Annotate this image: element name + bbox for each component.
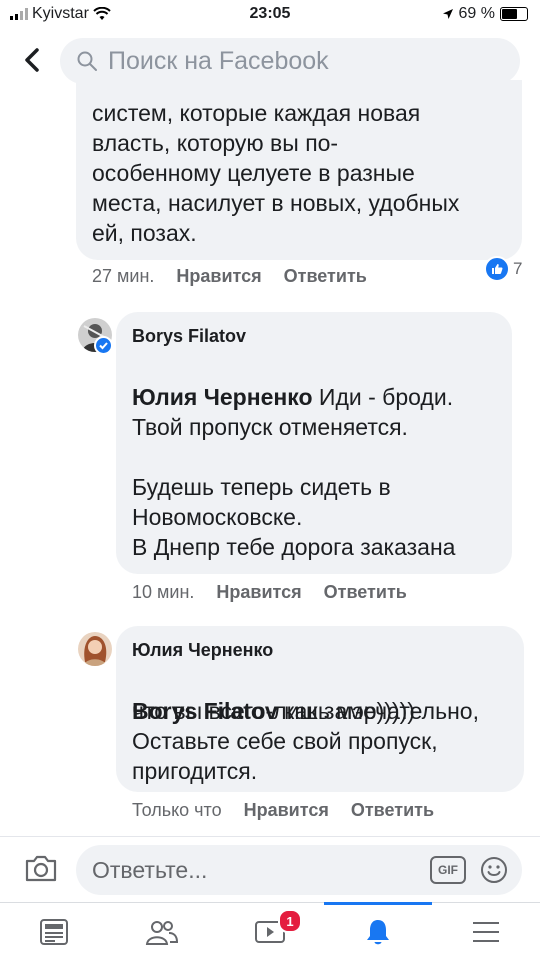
comment-meta: Только что Нравится Ответить xyxy=(132,800,434,821)
comment-text: систем, которые каждая новая власть, кот… xyxy=(92,100,460,246)
comment-time: Только что xyxy=(132,800,222,820)
like-link[interactable]: Нравится xyxy=(244,800,329,821)
bell-icon xyxy=(367,920,389,945)
comment-meta: 27 мин. Нравится Ответить xyxy=(92,266,367,287)
reply-link[interactable]: Ответить xyxy=(351,800,434,821)
comment-bubble[interactable]: систем, которые каждая новая власть, кот… xyxy=(76,80,522,260)
comment-time: 10 мин. xyxy=(132,582,195,602)
emoji-icon[interactable] xyxy=(480,856,508,884)
status-bar: Kyivstar 23:05 69 % xyxy=(0,0,540,28)
search-placeholder: Поиск на Facebook xyxy=(108,46,329,75)
mention-link[interactable]: Юлия Черненко xyxy=(132,384,313,410)
menu-icon xyxy=(473,922,499,942)
tab-menu[interactable] xyxy=(432,903,540,961)
reply-bar: Ответьте... GIF xyxy=(0,836,540,903)
notification-badge: 1 xyxy=(278,909,302,933)
reply-placeholder: Ответьте... xyxy=(92,856,208,883)
reaction-count[interactable]: 7 xyxy=(484,256,522,282)
battery-percent: 69 % xyxy=(458,5,495,22)
back-button[interactable] xyxy=(18,42,48,78)
comment-text: Твой пропуск отменяется. Будешь теперь с… xyxy=(132,414,456,560)
verified-badge-icon xyxy=(94,336,113,355)
tab-news-feed[interactable] xyxy=(0,903,108,961)
battery-icon xyxy=(500,7,528,21)
news-feed-icon xyxy=(40,919,68,945)
comment-meta: 10 мин. Нравится Ответить xyxy=(132,582,407,603)
tab-notifications[interactable] xyxy=(324,902,432,961)
search-input[interactable]: Поиск на Facebook xyxy=(60,38,520,84)
reply-link[interactable]: Ответить xyxy=(284,266,367,287)
comment-bubble[interactable]: Юлия Черненко Borys Filatov как замечате… xyxy=(116,626,524,792)
comment-text-inline: Иди - броди. xyxy=(312,384,454,410)
comment-bubble[interactable]: Borys Filatov Юлия Черненко Иди - броди.… xyxy=(116,312,512,574)
comment-author[interactable]: Borys Filatov xyxy=(132,326,246,347)
search-icon xyxy=(77,51,97,71)
bottom-tab-bar: 1 xyxy=(0,902,540,961)
comment-text: что вы всего-лишь мэр))))) Оставьте себе… xyxy=(132,698,438,784)
avatar[interactable] xyxy=(78,632,112,666)
like-link[interactable]: Нравится xyxy=(216,582,301,603)
comment-time: 27 мин. xyxy=(92,266,155,286)
reply-link[interactable]: Ответить xyxy=(324,582,407,603)
like-reaction-icon xyxy=(484,256,510,282)
comment-author[interactable]: Юлия Черненко xyxy=(132,640,273,661)
camera-icon[interactable] xyxy=(24,853,58,883)
tab-friends[interactable] xyxy=(108,903,216,961)
like-link[interactable]: Нравится xyxy=(176,266,261,287)
tab-watch[interactable]: 1 xyxy=(216,903,324,961)
gif-button[interactable]: GIF xyxy=(430,856,466,884)
reply-input[interactable]: Ответьте... GIF xyxy=(76,845,522,895)
comment-first-line: Юлия Черненко Иди - броди. xyxy=(132,352,512,412)
reaction-number: 7 xyxy=(513,259,523,278)
location-arrow-icon xyxy=(442,9,453,19)
friends-icon xyxy=(145,921,179,945)
status-right: 69 % xyxy=(442,5,528,23)
